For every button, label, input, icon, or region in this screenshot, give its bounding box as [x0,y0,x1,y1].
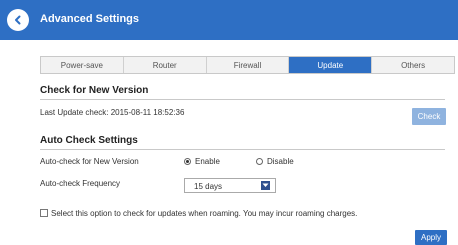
tab-power-save[interactable]: Power-save [41,57,124,73]
chevron-left-icon [15,15,21,25]
settings-tabs: Power-save Router Firewall Update Others [40,56,455,74]
section-divider [40,99,445,100]
frequency-select[interactable]: 15 days [184,178,276,193]
top-bar: Advanced Settings [0,0,458,40]
enable-radio-option[interactable]: Enable [184,157,220,166]
check-new-version-title: Check for New Version [40,85,149,96]
roaming-checkbox[interactable] [40,209,48,217]
tab-router[interactable]: Router [123,57,207,73]
frequency-label: Auto-check Frequency [40,179,121,188]
enable-radio[interactable] [184,158,191,165]
page-title: Advanced Settings [40,13,140,25]
back-button[interactable] [7,9,29,31]
last-update-text: Last Update check: 2015-08-11 18:52:36 [40,108,185,117]
disable-radio-option[interactable]: Disable [256,157,294,166]
apply-button[interactable]: Apply [415,230,447,245]
roaming-label: Select this option to check for updates … [51,209,358,218]
chevron-down-icon [262,183,269,187]
tab-update[interactable]: Update [289,57,373,73]
disable-radio[interactable] [256,158,263,165]
disable-label: Disable [267,157,294,166]
dropdown-arrow-icon[interactable] [261,181,270,190]
tab-others[interactable]: Others [372,57,454,73]
check-button[interactable]: Check [412,108,446,125]
auto-check-label: Auto-check for New Version [40,157,139,166]
frequency-value: 15 days [194,182,223,191]
section-divider [40,149,445,150]
enable-label: Enable [195,157,220,166]
tab-firewall[interactable]: Firewall [206,57,290,73]
auto-check-settings-title: Auto Check Settings [40,135,138,146]
